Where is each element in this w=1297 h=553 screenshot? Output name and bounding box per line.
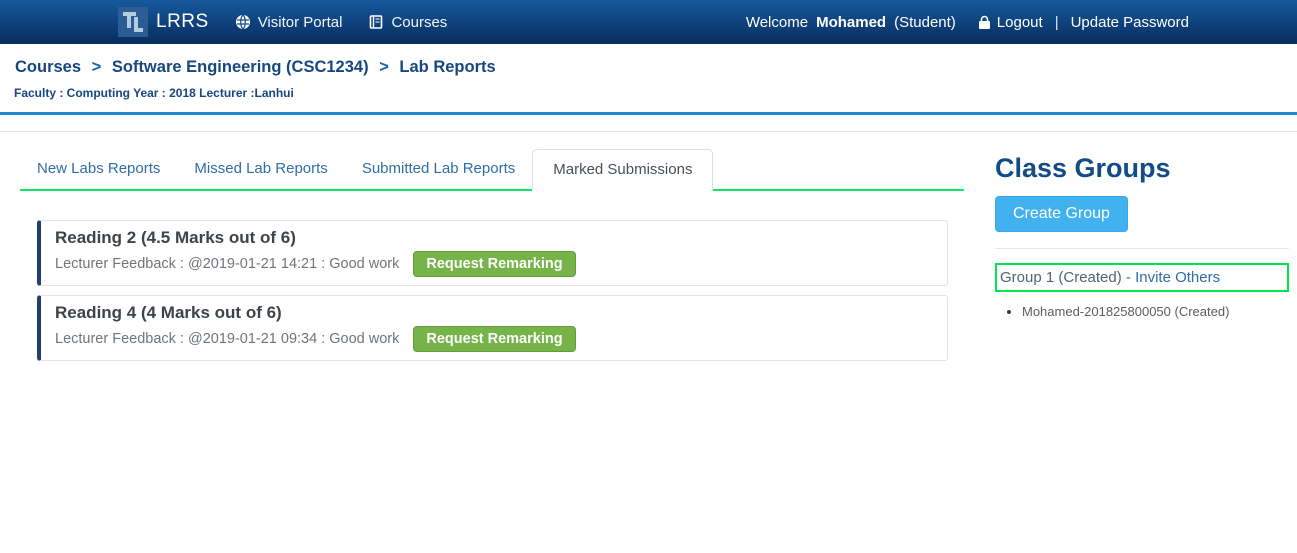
header-divider: [0, 115, 1297, 132]
book-icon: [368, 14, 384, 30]
breadcrumb: Courses > Software Engineering (CSC1234)…: [15, 58, 1283, 77]
tab-submitted-lab-reports[interactable]: Submitted Lab Reports: [345, 149, 532, 189]
report-title: Reading 2 (4.5 Marks out of 6): [55, 227, 935, 249]
class-groups-panel: Class Groups Create Group Group 1 (Creat…: [995, 132, 1289, 320]
lecturer-feedback: Lecturer Feedback : @2019-01-21 14:21 : …: [55, 256, 399, 272]
report-title: Reading 4 (4 Marks out of 6): [55, 302, 935, 324]
report-card: Reading 2 (4.5 Marks out of 6) Lecturer …: [37, 220, 948, 286]
request-remarking-button[interactable]: Request Remarking: [413, 251, 575, 277]
tab-missed-lab-reports[interactable]: Missed Lab Reports: [177, 149, 344, 189]
report-card-row: Lecturer Feedback : @2019-01-21 14:21 : …: [55, 251, 935, 281]
course-meta: Faculty : Computing Year : 2018 Lecturer…: [14, 86, 1283, 100]
class-groups-title: Class Groups: [995, 153, 1289, 184]
page-header: Courses > Software Engineering (CSC1234)…: [0, 44, 1297, 115]
content-area: New Labs Reports Missed Lab Reports Subm…: [0, 132, 1297, 370]
nav-separator: |: [1055, 14, 1059, 31]
nav-courses-label: Courses: [391, 14, 447, 31]
reports-column: New Labs Reports Missed Lab Reports Subm…: [20, 132, 964, 370]
breadcrumb-courses[interactable]: Courses: [15, 58, 81, 76]
breadcrumb-separator: >: [379, 58, 389, 76]
request-remarking-button[interactable]: Request Remarking: [413, 326, 575, 352]
top-navbar: LRRS Visitor Portal Courses Welcome Moha…: [0, 0, 1297, 44]
lecturer-feedback: Lecturer Feedback : @2019-01-21 09:34 : …: [55, 331, 399, 347]
nav-courses[interactable]: Courses: [368, 14, 447, 31]
breadcrumb-course-name[interactable]: Software Engineering (CSC1234): [112, 58, 369, 76]
navbar-left: LRRS Visitor Portal Courses: [118, 7, 473, 37]
report-card-row: Lecturer Feedback : @2019-01-21 09:34 : …: [55, 326, 935, 356]
update-password-label: Update Password: [1071, 14, 1189, 31]
group-name: Group 1 (Created) -: [1000, 269, 1135, 286]
tab-marked-submissions[interactable]: Marked Submissions: [532, 149, 713, 191]
group-item: Group 1 (Created) - Invite Others: [995, 263, 1289, 292]
lock-icon: [978, 15, 991, 30]
welcome-text: Welcome: [746, 14, 808, 31]
logout-label: Logout: [997, 14, 1043, 31]
group-members-list: Mohamed-201825800050 (Created): [995, 304, 1289, 320]
lrrs-logo-icon[interactable]: [118, 7, 148, 37]
breadcrumb-separator: >: [92, 58, 102, 76]
group-member-item: Mohamed-201825800050 (Created): [1022, 304, 1289, 320]
globe-icon: [235, 14, 251, 30]
username: Mohamed: [816, 14, 886, 31]
user-role: (Student): [894, 14, 956, 31]
navbar-right: Welcome Mohamed (Student) Logout | Updat…: [746, 14, 1189, 31]
sidebar-divider: [995, 248, 1289, 249]
logout-link[interactable]: Logout: [978, 14, 1043, 31]
update-password-link[interactable]: Update Password: [1071, 14, 1189, 31]
logo-glyph: [120, 9, 146, 35]
brand-lrrs[interactable]: LRRS: [156, 11, 209, 33]
nav-visitor-portal[interactable]: Visitor Portal: [235, 14, 343, 31]
report-card: Reading 4 (4 Marks out of 6) Lecturer Fe…: [37, 295, 948, 361]
nav-visitor-portal-label: Visitor Portal: [258, 14, 343, 31]
marked-submissions-list: Reading 2 (4.5 Marks out of 6) Lecturer …: [37, 220, 948, 361]
create-group-button[interactable]: Create Group: [995, 196, 1128, 232]
invite-others-link[interactable]: Invite Others: [1135, 269, 1220, 286]
breadcrumb-lab-reports[interactable]: Lab Reports: [399, 58, 495, 76]
report-tabs: New Labs Reports Missed Lab Reports Subm…: [20, 149, 964, 191]
tab-new-labs-reports[interactable]: New Labs Reports: [20, 149, 177, 189]
